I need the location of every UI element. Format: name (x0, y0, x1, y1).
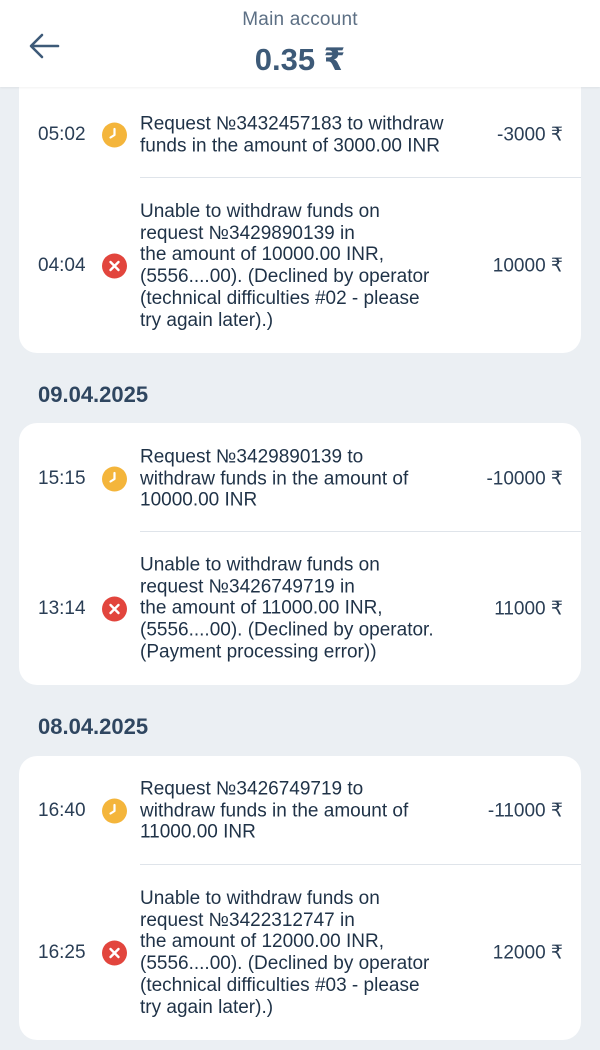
transaction-amount: -10000 ₹ (486, 468, 563, 490)
transaction-row[interactable]: 13:14 Unable to withdraw funds on reques… (19, 532, 581, 685)
transaction-description: Request №3426749719 to withdraw funds in… (140, 778, 409, 843)
transaction-amount: -3000 ₹ (497, 124, 563, 146)
clock-icon (102, 798, 127, 824)
transaction-description: Request №3429890139 to withdraw funds in… (140, 446, 409, 511)
transaction-time: 13:14 (38, 598, 86, 619)
transaction-time: 16:40 (38, 800, 86, 821)
transaction-card: 15:15 Request №3429890139 to withdraw fu… (19, 423, 581, 685)
transaction-amount: 11000 ₹ (494, 598, 563, 620)
transaction-row[interactable]: 16:40 Request №3426749719 to withdraw fu… (19, 756, 581, 864)
date-header: 09.04.2025 (38, 382, 149, 407)
close-icon (102, 596, 127, 622)
transaction-time: 16:25 (38, 942, 86, 963)
transaction-description: Unable to withdraw funds on request №342… (140, 887, 430, 1018)
transaction-description: Unable to withdraw funds on request №342… (140, 554, 434, 663)
close-icon (102, 253, 127, 279)
transaction-time: 15:15 (38, 468, 86, 489)
transaction-amount: 12000 ₹ (492, 942, 563, 964)
transaction-card: 16:40 Request №3426749719 to withdraw fu… (19, 756, 581, 1040)
transaction-row[interactable]: 04:04 Unable to withdraw funds on reques… (19, 178, 581, 353)
transaction-row[interactable]: 05:02 Request №3432457183 to withdraw fu… (19, 87, 581, 177)
transaction-time: 05:02 (38, 124, 86, 145)
transaction-row[interactable]: 16:25 Unable to withdraw funds on reques… (19, 865, 581, 1040)
clock-icon (102, 122, 127, 148)
date-header: 08.04.2025 (38, 714, 149, 739)
transaction-row[interactable]: 15:15 Request №3429890139 to withdraw fu… (19, 423, 581, 531)
clock-icon (102, 466, 127, 492)
transaction-description: Unable to withdraw funds on request №342… (140, 200, 430, 331)
account-title: Main account (242, 9, 358, 30)
transaction-card: 05:02 Request №3432457183 to withdraw fu… (19, 87, 581, 353)
transaction-amount: 10000 ₹ (492, 255, 563, 277)
transaction-description: Request №3432457183 to withdraw funds in… (140, 113, 444, 156)
account-balance: 0.35 ₹ (254, 42, 346, 77)
close-icon (102, 940, 127, 966)
transactions-list: 05:02 Request №3432457183 to withdraw fu… (0, 0, 600, 1050)
transaction-time: 04:04 (38, 255, 86, 276)
app-header: Main account 0.35 ₹ (0, 0, 600, 87)
transaction-amount: -11000 ₹ (487, 800, 563, 822)
